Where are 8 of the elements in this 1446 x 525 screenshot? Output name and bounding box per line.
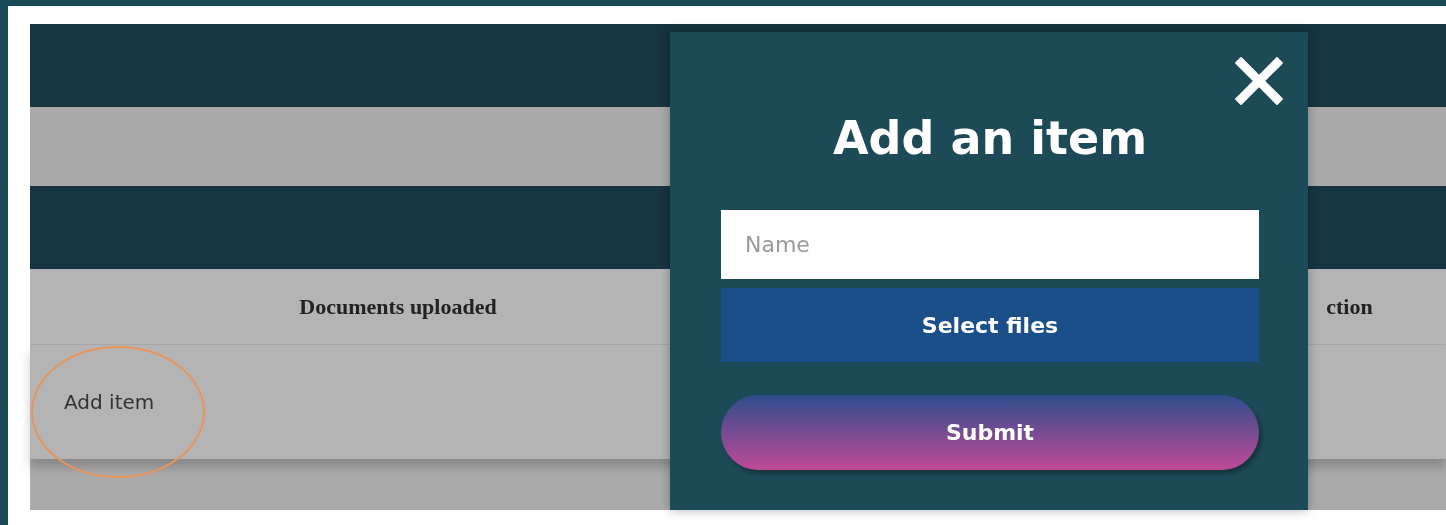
column-header: ction [1326,293,1373,320]
modal-title: Add an item [831,110,1149,166]
select-files-button[interactable]: Select files [721,288,1259,362]
close-icon[interactable] [1235,57,1283,105]
name-field[interactable]: Name [721,210,1259,279]
add-item-link[interactable]: Add item [64,390,155,414]
submit-button[interactable]: Submit [721,395,1259,470]
column-header: Documents uploaded [299,293,497,320]
